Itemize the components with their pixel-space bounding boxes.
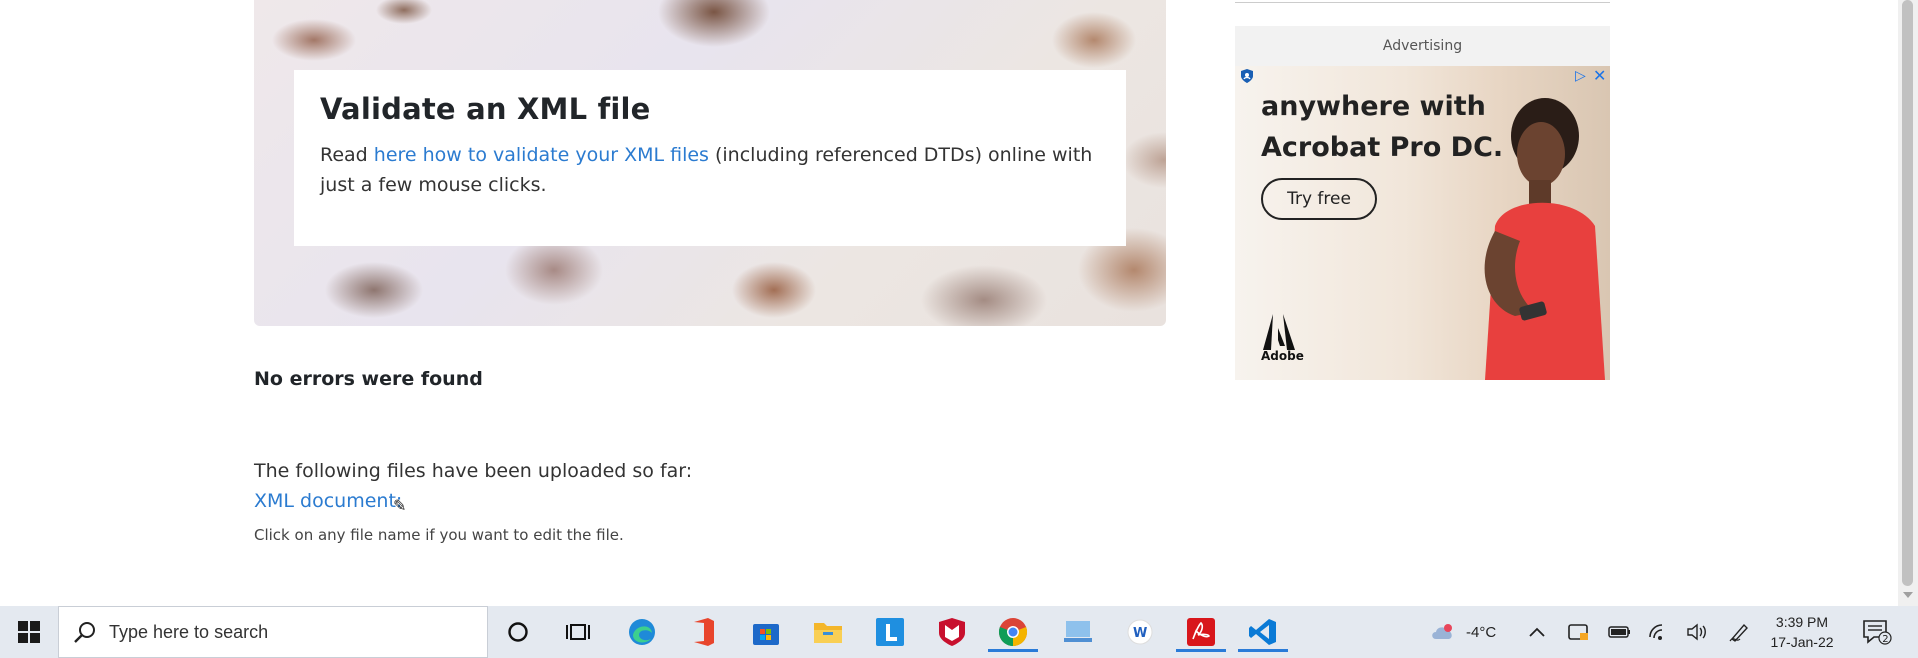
advertising-panel: Advertising ▷ ✕ anywhere with Acrobat Pr… bbox=[1235, 26, 1610, 380]
desktop-app-icon[interactable] bbox=[1058, 612, 1098, 652]
page-content: Validate an XML file Read here how to va… bbox=[0, 0, 1898, 606]
cloudy-night-icon bbox=[1432, 624, 1452, 639]
result-message: No errors were found bbox=[254, 368, 483, 390]
edge-icon[interactable] bbox=[622, 612, 662, 652]
start-button[interactable] bbox=[0, 606, 58, 658]
show-hidden-icons-icon[interactable] bbox=[1528, 606, 1546, 658]
vscode-active-indicator bbox=[1238, 649, 1288, 652]
windows-logo-icon bbox=[18, 621, 40, 643]
try-free-button[interactable]: Try free bbox=[1261, 178, 1377, 220]
advertising-label: Advertising bbox=[1382, 38, 1463, 54]
file-explorer-icon[interactable] bbox=[808, 612, 848, 652]
taskbar-clock[interactable]: 3:39 PM 17-Jan-22 bbox=[1762, 612, 1842, 652]
volume-icon[interactable] bbox=[1686, 606, 1708, 658]
adobe-brand-text: Adobe bbox=[1261, 349, 1304, 363]
battery-alert-icon[interactable] bbox=[1568, 606, 1590, 658]
hero-text: Read here how to validate your XML files… bbox=[320, 140, 1100, 200]
chrome-active-indicator bbox=[988, 649, 1038, 652]
scrollbar-thumb[interactable] bbox=[1902, 0, 1913, 586]
hero-card: Validate an XML file Read here how to va… bbox=[294, 70, 1126, 246]
office-icon[interactable] bbox=[684, 612, 724, 652]
weather-widget[interactable]: -4°C bbox=[1430, 606, 1496, 658]
vertical-scrollbar[interactable] bbox=[1898, 0, 1918, 606]
battery-icon[interactable] bbox=[1608, 606, 1632, 658]
hero-text-before: Read bbox=[320, 144, 374, 166]
acrobat-active-indicator bbox=[1176, 649, 1226, 652]
cortana-icon[interactable] bbox=[498, 612, 538, 652]
chrome-icon[interactable] bbox=[988, 612, 1038, 652]
weather-temperature: -4°C bbox=[1466, 623, 1497, 641]
task-view-icon[interactable] bbox=[558, 612, 598, 652]
wifi-icon[interactable] bbox=[1648, 606, 1670, 658]
search-icon bbox=[74, 622, 95, 643]
vscode-icon[interactable] bbox=[1238, 612, 1288, 652]
xml-document-link[interactable]: XML document: bbox=[254, 490, 402, 512]
word-app-icon[interactable]: W bbox=[1120, 612, 1160, 652]
hero-banner: Validate an XML file Read here how to va… bbox=[254, 0, 1166, 326]
scroll-down-arrow-icon[interactable] bbox=[1903, 592, 1913, 598]
mcafee-icon[interactable] bbox=[932, 612, 972, 652]
sidebar-box bbox=[1235, 0, 1610, 3]
svg-text:W: W bbox=[1133, 626, 1147, 641]
pen-workspace-icon[interactable] bbox=[1728, 606, 1750, 658]
uploaded-files-intro: The following files have been uploaded s… bbox=[254, 460, 693, 482]
validate-howto-link[interactable]: here how to validate your XML files bbox=[374, 144, 709, 166]
hero-title: Validate an XML file bbox=[320, 92, 651, 126]
ad-woman-image bbox=[1484, 98, 1605, 380]
edit-file-hint: Click on any file name if you want to ed… bbox=[254, 526, 624, 544]
search-placeholder: Type here to search bbox=[109, 622, 269, 642]
clock-date: 17-Jan-22 bbox=[1770, 634, 1834, 650]
pen-cursor-icon: ✎ bbox=[393, 496, 407, 515]
adobe-ad[interactable]: ▷ ✕ anywhere with Acrobat Pro DC. Try fr… bbox=[1235, 66, 1610, 380]
clock-time: 3:39 PM bbox=[1775, 614, 1829, 630]
ad-info-icon[interactable] bbox=[1239, 68, 1255, 84]
notification-count: 2 bbox=[1882, 634, 1888, 645]
microsoft-store-icon[interactable] bbox=[746, 612, 786, 652]
l-app-icon[interactable] bbox=[870, 612, 910, 652]
acrobat-icon[interactable] bbox=[1176, 612, 1226, 652]
notification-center-icon[interactable]: 2 bbox=[1862, 618, 1892, 651]
taskbar-search-box[interactable]: Type here to search bbox=[58, 606, 488, 658]
windows-taskbar: Type here to search W -4°C 3:39 PM 17-Ja… bbox=[0, 606, 1918, 658]
